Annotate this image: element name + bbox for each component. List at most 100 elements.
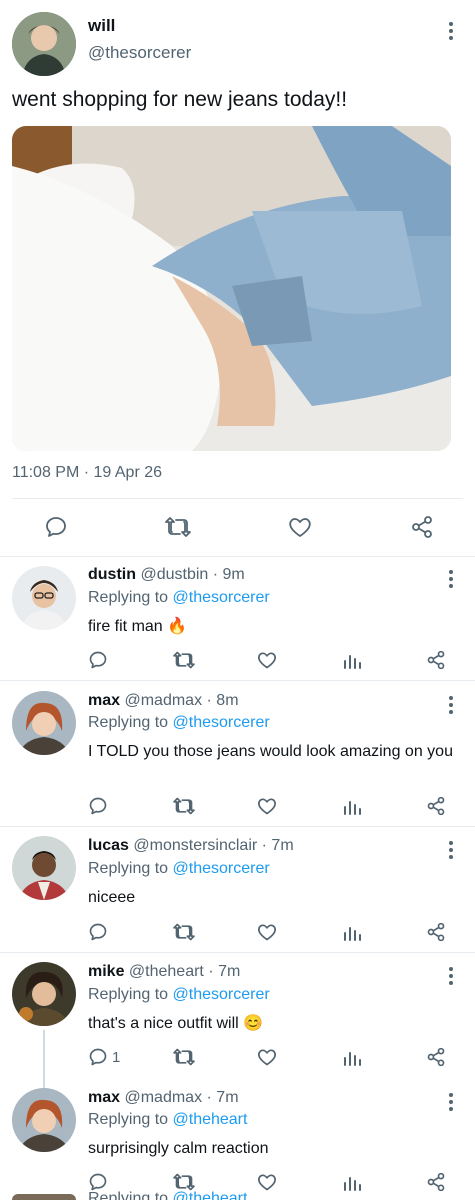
reply-time: · 7m	[206, 1089, 239, 1106]
share-button[interactable]	[426, 1172, 446, 1197]
share-button[interactable]	[410, 515, 434, 544]
reply-handle[interactable]: @monstersinclair	[133, 837, 257, 854]
replying-to-link[interactable]: @thesorcerer	[173, 714, 270, 731]
reply-text: that's a nice outfit will	[88, 1015, 239, 1032]
reply-icon	[89, 923, 107, 941]
reply-handle[interactable]: @madmax	[124, 692, 202, 709]
reply-handle[interactable]: @madmax	[124, 1089, 202, 1106]
retweet-button[interactable]	[172, 650, 196, 675]
reply-button[interactable]	[88, 650, 108, 675]
avatar[interactable]	[12, 962, 76, 1026]
reply-handle[interactable]: @theheart	[129, 963, 204, 980]
share-icon	[427, 650, 445, 670]
reply-display-name[interactable]: lucas	[88, 837, 129, 854]
more-icon[interactable]	[448, 841, 454, 862]
reply-display-name[interactable]: max	[88, 692, 120, 709]
reply-button[interactable]	[88, 796, 108, 821]
more-icon[interactable]	[448, 696, 454, 717]
views-button[interactable]	[342, 1172, 362, 1197]
reply-text: surprisingly calm reaction	[88, 1140, 269, 1157]
tweet-timestamp: 11:08 PM · 19 Apr 26	[12, 464, 163, 481]
avatar[interactable]	[12, 691, 76, 755]
reply-button[interactable]: 1	[88, 1047, 120, 1067]
more-icon[interactable]	[448, 1093, 454, 1114]
reply-button[interactable]	[88, 922, 108, 947]
more-icon[interactable]	[448, 570, 454, 591]
like-icon	[258, 1174, 276, 1191]
reply-icon	[89, 797, 107, 815]
share-icon	[427, 1047, 445, 1067]
divider	[0, 556, 475, 557]
avatar[interactable]	[12, 836, 76, 900]
avatar[interactable]	[12, 1088, 76, 1152]
replying-label: Replying to	[88, 714, 169, 731]
views-icon	[344, 927, 361, 941]
views-icon	[344, 1177, 361, 1191]
reply-display-name[interactable]: dustin	[88, 566, 136, 583]
share-icon	[427, 1172, 445, 1192]
replying-to-link[interactable]: @theheart	[173, 1111, 248, 1128]
views-button[interactable]	[342, 922, 362, 947]
share-button[interactable]	[426, 922, 446, 947]
partial-avatar[interactable]	[12, 1194, 76, 1200]
like-button[interactable]	[257, 1172, 277, 1197]
share-icon	[427, 922, 445, 942]
retweet-icon	[173, 923, 195, 941]
like-button[interactable]	[257, 796, 277, 821]
replying-label: Replying to	[88, 589, 169, 606]
reply-time: · 8m	[206, 692, 239, 709]
display-name[interactable]: will	[88, 16, 115, 36]
like-icon	[289, 518, 311, 537]
reply-display-name[interactable]: mike	[88, 963, 124, 980]
reply-time: · 7m	[261, 837, 294, 854]
more-icon[interactable]	[448, 967, 454, 988]
retweet-icon	[173, 651, 195, 669]
share-button[interactable]	[426, 650, 446, 675]
replying-to-link[interactable]: @thesorcerer	[173, 589, 270, 606]
reply-icon	[89, 1048, 107, 1066]
retweet-button[interactable]	[172, 1047, 196, 1072]
replying-to-link[interactable]: @thesorcerer	[173, 860, 270, 877]
reply-display-name[interactable]: max	[88, 1089, 120, 1106]
replying-to-link[interactable]: @thesorcerer	[173, 986, 270, 1003]
reply-time: · 7m	[208, 963, 241, 980]
retweet-button[interactable]	[172, 922, 196, 947]
replying-label: Replying to	[88, 986, 169, 1003]
views-button[interactable]	[342, 650, 362, 675]
avatar[interactable]	[12, 12, 76, 76]
retweet-icon	[165, 517, 191, 537]
tweet-photo[interactable]	[12, 126, 451, 451]
divider	[0, 680, 475, 681]
fire-emoji: 🔥	[167, 618, 188, 635]
replying-to-link[interactable]: @theheart	[173, 1190, 248, 1200]
like-icon	[258, 924, 276, 941]
share-icon	[427, 796, 445, 816]
like-button[interactable]	[288, 515, 312, 544]
share-button[interactable]	[426, 1047, 446, 1072]
handle[interactable]: @thesorcerer	[88, 43, 191, 63]
reply-icon	[89, 1173, 107, 1191]
like-icon	[258, 798, 276, 815]
reply-text: I TOLD you those jeans would look amazin…	[88, 743, 453, 760]
retweet-icon	[173, 1173, 195, 1191]
views-icon	[344, 801, 361, 815]
views-button[interactable]	[342, 796, 362, 821]
like-button[interactable]	[257, 650, 277, 675]
retweet-button[interactable]	[172, 796, 196, 821]
reply-time: · 9m	[212, 566, 245, 583]
divider	[12, 498, 463, 499]
like-button[interactable]	[257, 1047, 277, 1072]
like-button[interactable]	[257, 922, 277, 947]
reply-text: niceee	[88, 889, 136, 906]
avatar[interactable]	[12, 566, 76, 630]
more-icon[interactable]	[448, 22, 454, 43]
views-button[interactable]	[342, 1047, 362, 1072]
reply-button[interactable]	[44, 515, 68, 544]
share-button[interactable]	[426, 796, 446, 821]
retweet-icon	[173, 797, 195, 815]
reply-text: fire fit man	[88, 618, 163, 635]
retweet-button[interactable]	[164, 515, 192, 544]
views-icon	[344, 1052, 361, 1066]
reply-icon	[89, 651, 107, 669]
reply-handle[interactable]: @dustbin	[140, 566, 208, 583]
